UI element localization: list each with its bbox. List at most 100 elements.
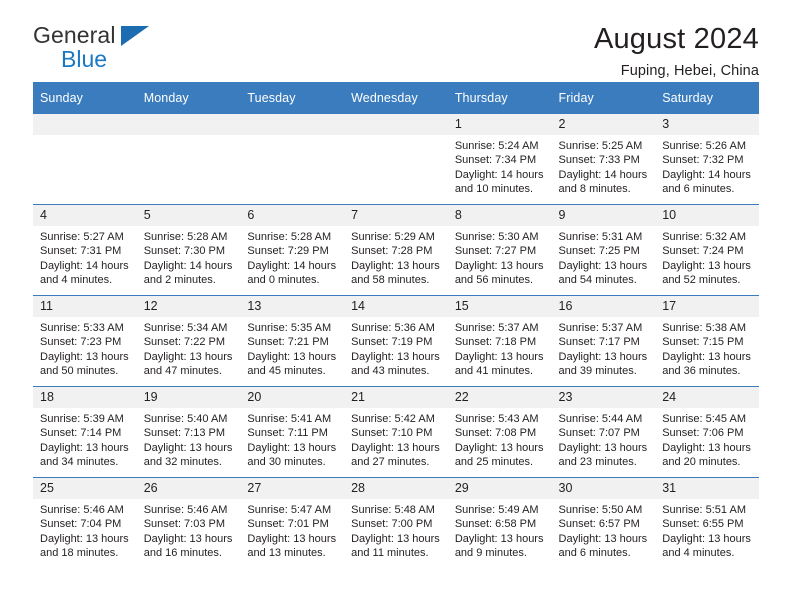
day-detail-line: Sunset: 7:03 PM — [143, 518, 226, 531]
calendar-day-cell[interactable]: 17 Sunrise: 5:38 AM Sunset: 7:15 PM Dayligh… — [655, 295, 759, 387]
day-details: Sunrise: 5:31 AM Sunset: 7:25 PM Daylight:… — [552, 226, 656, 288]
day-detail-line: Sunset: 7:28 PM — [351, 245, 433, 258]
day-number: 9 — [551, 205, 656, 226]
calendar-day-cell[interactable]: 5 Sunrise: 5:28 AM Sunset: 7:30 PM Daylight… — [136, 204, 241, 296]
day-detail-line: Daylight: 13 hours — [247, 532, 337, 545]
calendar-day-cell[interactable]: 7 Sunrise: 5:29 AM Sunset: 7:28 PM Daylight… — [344, 204, 448, 296]
day-detail-line: Sunset: 7:21 PM — [247, 336, 329, 349]
calendar-body: 1 Sunrise: 5:24 AM Sunset: 7:34 PM Daylight… — [33, 114, 759, 568]
day-details: Sunrise: 5:42 AM Sunset: 7:10 PM Daylight:… — [344, 408, 448, 470]
day-detail-line: and 4 minutes. — [662, 547, 735, 560]
day-number: 19 — [136, 387, 241, 408]
calendar-day-cell[interactable]: 2 Sunrise: 5:25 AM Sunset: 7:33 PM Daylight… — [551, 114, 656, 205]
day-detail-line: Daylight: 13 hours — [143, 532, 233, 545]
day-detail-line: Sunset: 7:07 PM — [558, 427, 640, 440]
day-detail-line: and 45 minutes. — [247, 365, 326, 378]
day-detail-line: Daylight: 13 hours — [662, 441, 751, 454]
day-detail-line: Daylight: 14 hours — [558, 168, 648, 181]
calendar-day-cell[interactable]: 12 Sunrise: 5:34 AM Sunset: 7:22 PM Dayligh… — [136, 295, 241, 387]
day-detail-line: Daylight: 14 hours — [247, 259, 337, 272]
day-detail-line: Sunrise: 5:29 AM — [351, 231, 435, 243]
day-detail-line: Daylight: 13 hours — [247, 350, 337, 363]
day-detail-line: and 23 minutes. — [558, 456, 637, 469]
calendar-day-cell[interactable]: 3 Sunrise: 5:26 AM Sunset: 7:32 PM Daylight… — [655, 114, 759, 205]
day-detail-line: Daylight: 13 hours — [351, 441, 440, 454]
calendar-day-cell[interactable]: 26 Sunrise: 5:46 AM Sunset: 7:03 PM Dayligh… — [136, 477, 241, 568]
calendar-day-cell[interactable]: 23 Sunrise: 5:44 AM Sunset: 7:07 PM Dayligh… — [551, 386, 656, 478]
day-detail-line: Sunset: 7:34 PM — [454, 154, 537, 167]
calendar-day-cell[interactable]: 28 Sunrise: 5:48 AM Sunset: 7:00 PM Dayligh… — [344, 477, 448, 568]
calendar-page: General Blue August 2024 Fuping, Hebei, … — [0, 0, 792, 612]
day-detail-line: and 36 minutes. — [662, 365, 741, 378]
day-number: 3 — [655, 114, 759, 135]
day-detail-line: Sunrise: 5:37 AM — [454, 322, 539, 334]
calendar-cell-empty — [344, 114, 448, 205]
day-detail-line: Sunrise: 5:24 AM — [454, 140, 539, 152]
weekday-header-cell: Monday — [136, 82, 241, 114]
day-detail-line: Sunset: 7:18 PM — [454, 336, 537, 349]
day-detail-line: Sunset: 7:23 PM — [40, 336, 122, 349]
day-detail-line: Sunrise: 5:31 AM — [558, 231, 643, 243]
day-detail-line: and 41 minutes. — [454, 365, 534, 378]
title-block: August 2024 Fuping, Hebei, China — [594, 23, 759, 79]
day-detail-line: Sunset: 7:29 PM — [247, 245, 329, 258]
day-detail-line: Sunrise: 5:51 AM — [662, 504, 746, 516]
calendar-day-cell[interactable]: 25 Sunrise: 5:46 AM Sunset: 7:04 PM Dayligh… — [33, 477, 137, 568]
day-detail-line: Sunrise: 5:32 AM — [662, 231, 746, 243]
calendar-day-cell[interactable]: 9 Sunrise: 5:31 AM Sunset: 7:25 PM Daylight… — [551, 204, 656, 296]
calendar-day-cell[interactable]: 6 Sunrise: 5:28 AM Sunset: 7:29 PM Daylight… — [240, 204, 345, 296]
calendar-day-cell[interactable]: 19 Sunrise: 5:40 AM Sunset: 7:13 PM Dayligh… — [136, 386, 241, 478]
calendar-day-cell[interactable]: 29 Sunrise: 5:49 AM Sunset: 6:58 PM Dayligh… — [447, 477, 552, 568]
day-details: Sunrise: 5:46 AM Sunset: 7:04 PM Daylight:… — [33, 499, 137, 561]
calendar-day-cell[interactable]: 27 Sunrise: 5:47 AM Sunset: 7:01 PM Dayligh… — [240, 477, 345, 568]
day-number: 16 — [551, 296, 656, 317]
calendar-day-cell[interactable]: 15 Sunrise: 5:37 AM Sunset: 7:18 PM Dayligh… — [447, 295, 552, 387]
day-detail-line: and 30 minutes. — [247, 456, 326, 469]
day-detail-line: and 58 minutes. — [351, 274, 430, 287]
day-detail-line: Sunset: 7:27 PM — [454, 245, 537, 258]
calendar-day-cell[interactable]: 20 Sunrise: 5:41 AM Sunset: 7:11 PM Dayligh… — [240, 386, 345, 478]
calendar-day-cell[interactable]: 24 Sunrise: 5:45 AM Sunset: 7:06 PM Dayligh… — [655, 386, 759, 478]
generalblue-logo[interactable]: General Blue — [33, 24, 163, 72]
calendar-week-row: 1 Sunrise: 5:24 AM Sunset: 7:34 PM Daylight… — [33, 114, 759, 205]
day-number: 15 — [447, 296, 552, 317]
day-detail-line: Sunset: 6:58 PM — [454, 518, 537, 531]
day-detail-line: and 50 minutes. — [40, 365, 119, 378]
day-detail-line: and 52 minutes. — [662, 274, 741, 287]
calendar-day-cell[interactable]: 21 Sunrise: 5:42 AM Sunset: 7:10 PM Dayligh… — [344, 386, 448, 478]
day-number: 20 — [240, 387, 345, 408]
weekday-header-cell: Tuesday — [240, 82, 345, 114]
day-detail-line: Sunrise: 5:41 AM — [247, 413, 332, 425]
calendar-cell-empty — [240, 114, 345, 205]
day-details: Sunrise: 5:37 AM Sunset: 7:17 PM Daylight:… — [552, 317, 656, 379]
day-detail-line: and 16 minutes. — [143, 547, 222, 560]
day-detail-line: and 10 minutes. — [454, 183, 534, 196]
calendar-day-cell[interactable]: 8 Sunrise: 5:30 AM Sunset: 7:27 PM Daylight… — [447, 204, 552, 296]
day-detail-line: Sunrise: 5:49 AM — [454, 504, 539, 516]
day-details: Sunrise: 5:33 AM Sunset: 7:23 PM Daylight:… — [33, 317, 137, 379]
calendar-day-cell[interactable]: 18 Sunrise: 5:39 AM Sunset: 7:14 PM Dayligh… — [33, 386, 137, 478]
calendar-day-cell[interactable]: 14 Sunrise: 5:36 AM Sunset: 7:19 PM Dayligh… — [344, 295, 448, 387]
day-details: Sunrise: 5:35 AM Sunset: 7:21 PM Daylight:… — [240, 317, 344, 379]
calendar-day-cell[interactable]: 22 Sunrise: 5:43 AM Sunset: 7:08 PM Dayligh… — [447, 386, 552, 478]
calendar-day-cell[interactable]: 31 Sunrise: 5:51 AM Sunset: 6:55 PM Dayligh… — [655, 477, 759, 568]
calendar-day-cell[interactable]: 13 Sunrise: 5:35 AM Sunset: 7:21 PM Dayligh… — [240, 295, 345, 387]
day-detail-line: Daylight: 14 hours — [143, 259, 233, 272]
calendar-day-cell[interactable]: 4 Sunrise: 5:27 AM Sunset: 7:31 PM Daylight… — [33, 204, 137, 296]
day-detail-line: Daylight: 13 hours — [143, 441, 233, 454]
day-detail-line: Sunset: 7:00 PM — [351, 518, 433, 531]
day-detail-line: and 13 minutes. — [247, 547, 326, 560]
calendar-day-cell[interactable]: 10 Sunrise: 5:32 AM Sunset: 7:24 PM Dayligh… — [655, 204, 759, 296]
calendar-day-cell[interactable]: 1 Sunrise: 5:24 AM Sunset: 7:34 PM Daylight… — [447, 114, 552, 205]
day-detail-line: Sunrise: 5:30 AM — [454, 231, 539, 243]
day-detail-line: Sunrise: 5:38 AM — [662, 322, 746, 334]
day-number: 27 — [240, 478, 345, 499]
day-detail-line: Daylight: 14 hours — [454, 168, 544, 181]
weekday-header-cell: Sunday — [33, 82, 137, 114]
day-detail-line: and 0 minutes. — [247, 274, 320, 287]
calendar-day-cell[interactable]: 30 Sunrise: 5:50 AM Sunset: 6:57 PM Dayligh… — [551, 477, 656, 568]
day-details: Sunrise: 5:50 AM Sunset: 6:57 PM Daylight:… — [552, 499, 656, 561]
calendar-day-cell[interactable]: 16 Sunrise: 5:37 AM Sunset: 7:17 PM Dayligh… — [551, 295, 656, 387]
day-number: 11 — [33, 296, 137, 317]
calendar-day-cell[interactable]: 11 Sunrise: 5:33 AM Sunset: 7:23 PM Dayligh… — [33, 295, 137, 387]
